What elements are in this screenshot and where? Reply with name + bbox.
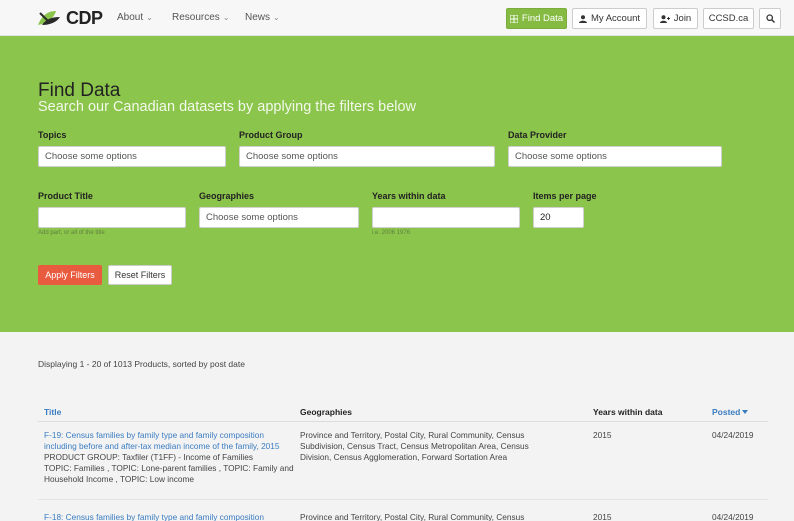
row-years-cell: 2015 <box>593 512 612 521</box>
product-group-select[interactable]: Choose some options <box>239 146 495 167</box>
results-summary: Displaying 1 - 20 of 1013 Products, sort… <box>38 359 245 369</box>
data-provider-label: Data Provider <box>508 130 567 140</box>
table-row: F-19: Census families by family type and… <box>38 422 768 500</box>
product-title-link[interactable]: F-19: Census families by family type and… <box>44 430 280 451</box>
geographies-label: Geographies <box>199 191 255 201</box>
row-posted-cell: 04/24/2019 <box>712 430 754 440</box>
geographies-select[interactable]: Choose some options <box>199 207 359 228</box>
logo-text: CDP <box>66 7 103 28</box>
row-geographies-cell: Province and Territory, Postal City, Rur… <box>300 512 525 521</box>
chevron-down-icon: ⌄ <box>222 13 230 22</box>
sort-down-icon <box>742 410 749 414</box>
product-title-hint: Add part, or all of the title <box>38 230 105 236</box>
row-title-cell: F-18: Census families by family type and… <box>44 512 294 521</box>
header-posted[interactable]: Posted <box>712 407 749 417</box>
topics-label: Topics <box>38 130 67 140</box>
find-data-button[interactable]: Find Data <box>506 8 567 29</box>
leaf-logo-icon <box>38 11 60 25</box>
data-provider-select[interactable]: Choose some options <box>508 146 722 167</box>
cdp-logo[interactable]: CDP <box>36 6 103 30</box>
nav-about[interactable]: About ⌄ <box>117 12 153 23</box>
results-table-header: Title Geographies Years within data Post… <box>38 400 768 422</box>
product-group-text: PRODUCT GROUP: Taxfiler (T1FF) - Income … <box>44 452 253 462</box>
items-per-page-label: Items per page <box>533 191 597 201</box>
user-icon <box>578 14 587 23</box>
nav-resources[interactable]: Resources ⌄ <box>172 12 230 23</box>
join-button[interactable]: Join <box>653 8 698 29</box>
row-years-cell: 2015 <box>593 430 612 440</box>
header-title[interactable]: Title <box>44 407 61 417</box>
header-years: Years within data <box>593 407 663 417</box>
table-icon <box>509 14 518 23</box>
table-row: F-18: Census families by family type and… <box>38 508 768 521</box>
product-title-label: Product Title <box>38 191 93 201</box>
years-label: Years within data <box>372 191 446 201</box>
row-posted-cell: 04/24/2019 <box>712 512 754 521</box>
chevron-down-icon: ⌄ <box>273 13 280 22</box>
search-icon <box>765 14 775 23</box>
ccsd-link-button[interactable]: CCSD.ca <box>703 8 754 29</box>
topics-select[interactable]: Choose some options <box>38 146 226 167</box>
product-title-link[interactable]: F-18: Census families by family type and… <box>44 512 264 521</box>
user-plus-icon <box>659 14 670 23</box>
my-account-button[interactable]: My Account <box>572 8 647 29</box>
items-per-page-input[interactable]: 20 <box>533 207 584 228</box>
product-group-label: Product Group <box>239 130 303 140</box>
row-title-cell: F-19: Census families by family type and… <box>44 430 294 485</box>
years-input[interactable] <box>372 207 520 228</box>
topics-text: TOPIC: Families , TOPIC: Lone-parent fam… <box>44 463 294 484</box>
chevron-down-icon: ⌄ <box>146 13 153 22</box>
header-geographies: Geographies <box>300 407 352 417</box>
search-button[interactable] <box>759 8 781 29</box>
row-geographies-cell: Province and Territory, Postal City, Rur… <box>300 430 529 462</box>
reset-filters-button[interactable]: Reset Filters <box>108 265 172 285</box>
top-navbar: CDP About ⌄ Resources ⌄ News ⌄ Find Data… <box>0 0 794 36</box>
filter-panel: Find Data Search our Canadian datasets b… <box>0 36 794 332</box>
nav-news[interactable]: News ⌄ <box>245 12 280 23</box>
years-hint: i.e. 2006 1976 <box>372 230 411 236</box>
apply-filters-button[interactable]: Apply Filters <box>38 265 102 285</box>
product-title-input[interactable] <box>38 207 186 228</box>
page-subtitle: Search our Canadian datasets by applying… <box>38 99 417 115</box>
